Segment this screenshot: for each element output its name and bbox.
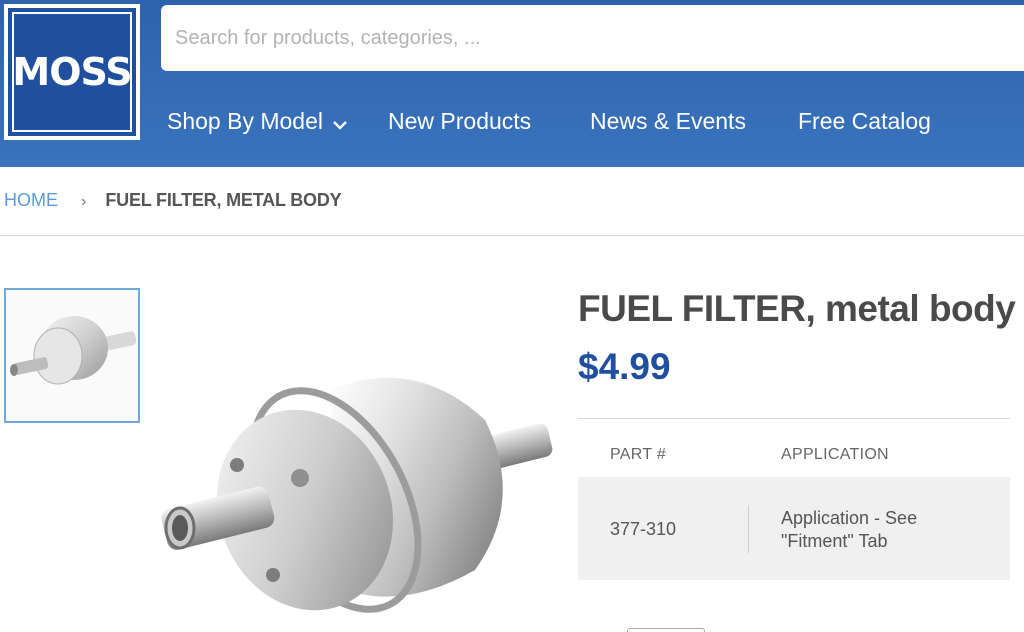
table-row: 377-310 Application - See "Fitment" Tab bbox=[578, 477, 1010, 580]
site-header: MOSS Shop By Model New Products News & E… bbox=[0, 0, 1024, 167]
product-title: FUEL FILTER, metal body bbox=[578, 288, 1016, 329]
nav-news-events[interactable]: News & Events bbox=[590, 108, 746, 135]
application-text: Application - See "Fitment" Tab bbox=[781, 508, 918, 551]
quantity-input[interactable] bbox=[627, 628, 705, 632]
logo-mark: MOSS bbox=[8, 8, 136, 136]
moss-logo[interactable]: MOSS bbox=[4, 4, 140, 140]
column-header-part: PART # bbox=[610, 446, 667, 463]
breadcrumb: HOME › FUEL FILTER, METAL BODY bbox=[4, 190, 342, 211]
fuel-filter-main-image bbox=[161, 377, 553, 613]
breadcrumb-divider bbox=[0, 235, 1024, 236]
cell-divider bbox=[748, 505, 749, 553]
nav-new-products[interactable]: New Products bbox=[388, 108, 531, 135]
chevron-down-icon[interactable] bbox=[333, 109, 347, 136]
product-thumbnail[interactable] bbox=[4, 288, 140, 423]
nav-free-catalog[interactable]: Free Catalog bbox=[798, 108, 931, 135]
column-header-application: APPLICATION bbox=[781, 446, 889, 463]
chevron-right-icon: › bbox=[81, 193, 87, 210]
nav-shop-by-model-label: Shop By Model bbox=[167, 108, 323, 134]
breadcrumb-current: FUEL FILTER, METAL BODY bbox=[105, 190, 342, 210]
breadcrumb-home-link[interactable]: HOME bbox=[4, 190, 58, 210]
part-number: 377-310 bbox=[610, 519, 677, 539]
search-input[interactable] bbox=[161, 5, 1024, 71]
logo-text: MOSS bbox=[12, 50, 132, 94]
parts-table-header: PART # APPLICATION bbox=[578, 446, 1010, 470]
info-divider bbox=[578, 418, 1010, 419]
nav-shop-by-model[interactable]: Shop By Model bbox=[167, 108, 347, 136]
product-price: $4.99 bbox=[578, 346, 671, 387]
fuel-filter-thumbnail-image bbox=[10, 316, 137, 385]
